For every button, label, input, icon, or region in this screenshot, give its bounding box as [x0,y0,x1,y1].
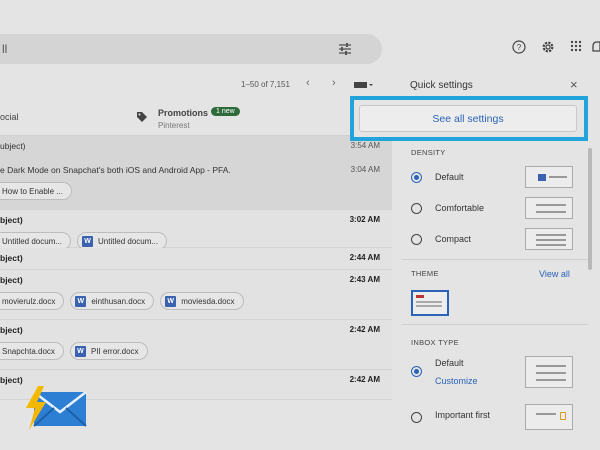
see-all-settings-button[interactable]: See all settings [359,105,577,132]
attachment-chip[interactable]: movierulz.docx [0,292,65,310]
attachment-name: Snapchta.docx [2,346,55,356]
next-page-button[interactable]: › [332,77,336,89]
theme-preview[interactable] [411,290,449,316]
attachment-name: einthusan.docx [91,296,146,306]
attachment-chips: Snapchta.docx W PII error.docx [0,342,148,360]
attachment-chip[interactable]: How to Enable ... [0,182,72,200]
inbox-important-preview [525,404,573,430]
density-default-preview [525,166,573,188]
mail-subject: e Dark Mode on Snapchat's both iOS and A… [0,165,231,175]
divider [402,259,588,260]
density-comfortable-preview [525,197,573,219]
radio-icon[interactable] [411,234,422,245]
mail-time: 2:43 AM [349,275,380,284]
inbox-type-label: INBOX TYPE [411,338,459,347]
mail-row[interactable]: bject) 3:02 AM Untitled docum... W Untitled … [0,210,392,250]
density-option-compact[interactable]: Compact [411,228,581,252]
inbox-option-important-first[interactable]: Important first [411,404,581,430]
tab-social[interactable]: ocial [0,112,19,122]
scrollbar[interactable] [588,148,592,270]
attachment-name: PII error.docx [90,346,139,356]
attachment-chip[interactable]: Wmoviesda.docx [160,292,244,310]
radio-icon[interactable] [411,203,422,214]
attachment-chip[interactable]: W PII error.docx [69,342,148,360]
category-tabs: ocial Promotions 1 new Pinterest [0,100,392,136]
radio-selected-icon[interactable] [411,366,422,377]
view-all-themes-link[interactable]: View all [539,269,570,279]
keyboard-icon[interactable] [354,81,374,89]
attachment-name: moviesda.docx [181,296,235,306]
mail-row[interactable]: bject) 2:44 AM [0,248,392,270]
apps-grid-icon[interactable] [570,40,582,52]
theme-label: THEME [411,269,439,278]
mail-subject: ubject) [0,141,26,151]
word-doc-icon: W [165,295,177,307]
filter-icon[interactable] [338,42,352,56]
attachment-chip[interactable]: Weinthusan.docx [70,292,155,310]
density-option-label: Comfortable [435,203,485,213]
mail-rows: ubject) 3:54 AM e Dark Mode on Snapchat's … [0,136,392,400]
density-option-default[interactable]: Default [411,166,581,190]
attachment-chips: movierulz.docx Weinthusan.docx Wmoviesda.d… [0,292,244,310]
density-option-label: Default [435,172,464,182]
search-input[interactable]: ll [2,42,7,56]
attachment-chips: How to Enable ... [0,182,72,200]
mail-row[interactable]: e Dark Mode on Snapchat's both iOS and A… [0,160,392,210]
mail-subject: bject) [0,253,23,263]
mail-subject: bject) [0,275,23,285]
mail-row[interactable]: bject) 2:42 AM Snapchta.docx W PII error.doc… [0,320,392,370]
density-compact-preview [525,228,573,250]
radio-selected-icon[interactable] [411,172,422,183]
quick-settings-title: Quick settings [410,80,473,91]
mail-row[interactable]: ubject) 3:54 AM [0,136,392,160]
notification-icon[interactable] [591,40,600,54]
mail-time: 2:44 AM [349,253,380,262]
help-icon[interactable]: ? [512,40,526,54]
density-option-comfortable[interactable]: Comfortable [411,197,581,221]
svg-text:?: ? [517,43,522,52]
customize-link[interactable]: Customize [435,376,478,386]
word-doc-icon: W [74,345,86,357]
inbox-option-label: Important first [435,410,491,420]
attachment-chip[interactable]: Snapchta.docx [0,342,64,360]
mail-time: 3:54 AM [350,141,380,150]
inbox-option-label: Default [435,358,464,368]
prev-page-button[interactable]: ‹ [306,77,310,89]
mail-subject: bject) [0,215,23,225]
word-doc-icon: W [75,295,87,307]
inbox-default-preview [525,356,573,388]
highlight-frame: See all settings [350,96,588,141]
close-icon[interactable]: × [570,77,578,92]
promotions-sender: Pinterest [158,121,190,130]
mail-time: 2:42 AM [349,375,380,384]
new-badge: 1 new [211,107,240,116]
mail-time: 3:02 AM [349,215,380,224]
attachment-name: movierulz.docx [2,296,56,306]
mail-row[interactable]: bject) 2:43 AM movierulz.docx Weinthusan.do… [0,270,392,320]
divider [402,324,588,325]
attachment-name: Untitled docum... [2,236,63,246]
mail-subject: bject) [0,325,23,335]
settings-gear-icon[interactable] [541,40,555,54]
lightning-mail-logo-icon [26,386,87,430]
tab-promotions[interactable]: Promotions [158,108,208,118]
search-bar[interactable]: ll [0,34,382,64]
mail-time: 2:42 AM [349,325,380,334]
mail-time: 3:04 AM [350,165,380,174]
radio-icon[interactable] [411,412,422,423]
density-label: DENSITY [411,148,446,157]
attachment-name: Untitled docum... [98,236,159,246]
tag-icon [137,112,147,122]
top-bar: ll ? [0,0,600,68]
attachment-name: How to Enable ... [2,186,63,196]
density-option-label: Compact [435,234,472,244]
word-doc-icon: W [82,235,94,247]
quick-settings-panel: Quick settings × See all settings DENSIT… [350,68,600,450]
pagination-range: 1–50 of 7,151 [241,80,290,89]
